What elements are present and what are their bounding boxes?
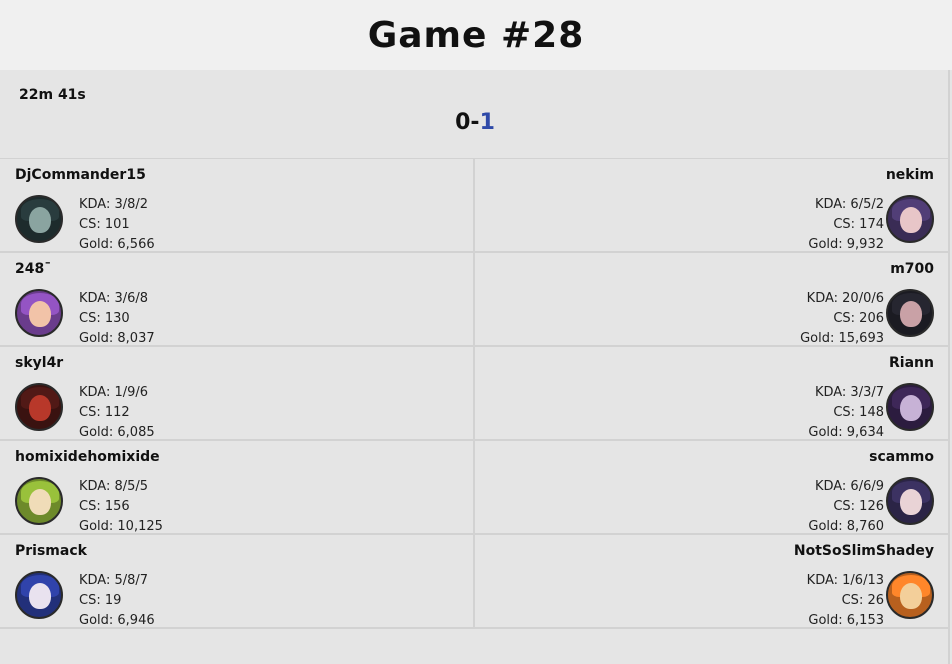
player-stats: KDA: 3/8/2 CS: 101 Gold: 6,566: [79, 195, 155, 255]
player-gold: Gold: 8,760: [808, 519, 884, 534]
player-cs: CS: 19: [79, 593, 122, 608]
player-gold: Gold: 6,085: [79, 425, 155, 440]
player-gold: Gold: 15,693: [800, 331, 884, 346]
player-row: skyl4r KDA: 1/9/6 CS: 112 Gold: 6,085 Riann K…: [0, 347, 950, 441]
red-team-player-card: skyl4r KDA: 1/9/6 CS: 112 Gold: 6,085: [0, 347, 475, 440]
red-team-player-card: homixidehomixide KDA: 8/5/5 CS: 156 Gold: 1…: [0, 441, 475, 534]
player-gold: Gold: 6,153: [808, 613, 884, 628]
player-name[interactable]: homixidehomixide: [15, 449, 160, 465]
page-header: Game #28: [0, 0, 952, 70]
player-gold: Gold: 8,037: [79, 331, 155, 346]
player-row: 248¯ KDA: 3/6/8 CS: 130 Gold: 8,037 m700 KDA:…: [0, 253, 950, 347]
match-panel: 22m 41s 0-1 DjCommander15 KDA: 3/8/2 CS: 1…: [0, 70, 950, 664]
red-team-player-card: 248¯ KDA: 3/6/8 CS: 130 Gold: 8,037: [0, 253, 475, 346]
champion-avatar-purple-hair-icon: [886, 195, 934, 243]
champion-avatar-violet-hood-icon: [886, 477, 934, 525]
player-name[interactable]: nekim: [886, 167, 934, 183]
player-cs: CS: 206: [833, 311, 884, 326]
player-stats: KDA: 3/6/8 CS: 130 Gold: 8,037: [79, 289, 155, 349]
score-right: 1: [479, 110, 495, 135]
champion-avatar-dark-armored-icon: [15, 195, 63, 243]
player-name[interactable]: NotSoSlimShadey: [794, 543, 934, 559]
team-rosters: DjCommander15 KDA: 3/8/2 CS: 101 Gold: 6,56…: [0, 158, 950, 629]
player-kda: KDA: 20/0/6: [806, 291, 884, 306]
player-kda: KDA: 6/6/9: [814, 479, 884, 494]
blue-team-player-card: NotSoSlimShadey KDA: 1/6/13 CS: 26 Gold: 6,…: [475, 535, 950, 628]
player-cs: CS: 156: [79, 499, 130, 514]
champion-avatar-blue-white-hair-icon: [15, 571, 63, 619]
champion-avatar-orange-hair-icon: [886, 571, 934, 619]
player-stats: KDA: 6/6/9 CS: 126 Gold: 8,760: [808, 477, 884, 537]
player-cs: CS: 130: [79, 311, 130, 326]
player-cs: CS: 112: [79, 405, 130, 420]
player-kda: KDA: 3/8/2: [79, 197, 149, 212]
match-score: 0-1: [0, 110, 950, 135]
player-stats: KDA: 20/0/6 CS: 206 Gold: 15,693: [800, 289, 884, 349]
player-kda: KDA: 8/5/5: [79, 479, 149, 494]
player-name[interactable]: m700: [890, 261, 934, 277]
player-stats: KDA: 1/6/13 CS: 26 Gold: 6,153: [807, 571, 884, 631]
blue-team-player-card: scammo KDA: 6/6/9 CS: 126 Gold: 8,760: [475, 441, 950, 534]
champion-avatar-dark-cat-icon: [886, 289, 934, 337]
player-gold: Gold: 9,634: [808, 425, 884, 440]
player-row: homixidehomixide KDA: 8/5/5 CS: 156 Gold: 1…: [0, 441, 950, 535]
player-kda: KDA: 6/5/2: [814, 197, 884, 212]
player-gold: Gold: 6,946: [79, 613, 155, 628]
red-team-player-card: DjCommander15 KDA: 3/8/2 CS: 101 Gold: 6,56…: [0, 159, 475, 252]
blue-team-player-card: m700 KDA: 20/0/6 CS: 206 Gold: 15,693: [475, 253, 950, 346]
player-stats: KDA: 3/3/7 CS: 148 Gold: 9,634: [808, 383, 884, 443]
player-cs: CS: 101: [79, 217, 130, 232]
player-name[interactable]: scammo: [869, 449, 934, 465]
player-kda: KDA: 1/9/6: [79, 385, 149, 400]
player-cs: CS: 26: [841, 593, 884, 608]
player-cs: CS: 126: [833, 499, 884, 514]
champion-avatar-red-demon-icon: [15, 383, 63, 431]
player-name[interactable]: DjCommander15: [15, 167, 146, 183]
player-name[interactable]: 248¯: [15, 261, 51, 277]
champion-avatar-green-dryad-icon: [15, 477, 63, 525]
player-name[interactable]: Prismack: [15, 543, 87, 559]
player-kda: KDA: 3/3/7: [814, 385, 884, 400]
player-cs: CS: 174: [833, 217, 884, 232]
blue-team-player-card: nekim KDA: 6/5/2 CS: 174 Gold: 9,932: [475, 159, 950, 252]
page-title: Game #28: [367, 14, 585, 56]
score-left: 0: [455, 110, 471, 135]
player-name[interactable]: Riann: [889, 355, 934, 371]
player-cs: CS: 148: [833, 405, 884, 420]
red-team-player-card: Prismack KDA: 5/8/7 CS: 19 Gold: 6,946: [0, 535, 475, 628]
player-name[interactable]: skyl4r: [15, 355, 63, 371]
player-kda: KDA: 1/6/13: [806, 573, 884, 588]
champion-avatar-purple-mage-icon: [886, 383, 934, 431]
player-gold: Gold: 10,125: [79, 519, 163, 534]
player-stats: KDA: 1/9/6 CS: 112 Gold: 6,085: [79, 383, 155, 443]
player-stats: KDA: 5/8/7 CS: 19 Gold: 6,946: [79, 571, 155, 631]
player-stats: KDA: 8/5/5 CS: 156 Gold: 10,125: [79, 477, 163, 537]
player-stats: KDA: 6/5/2 CS: 174 Gold: 9,932: [808, 195, 884, 255]
score-separator: -: [470, 110, 480, 135]
player-row: DjCommander15 KDA: 3/8/2 CS: 101 Gold: 6,56…: [0, 159, 950, 253]
blue-team-player-card: Riann KDA: 3/3/7 CS: 148 Gold: 9,634: [475, 347, 950, 440]
player-gold: Gold: 6,566: [79, 237, 155, 252]
player-kda: KDA: 5/8/7: [79, 573, 149, 588]
player-gold: Gold: 9,932: [808, 237, 884, 252]
match-duration: 22m 41s: [19, 87, 86, 103]
player-kda: KDA: 3/6/8: [79, 291, 149, 306]
champion-avatar-pink-hair-icon: [15, 289, 63, 337]
player-row: Prismack KDA: 5/8/7 CS: 19 Gold: 6,946 NotSo…: [0, 535, 950, 629]
